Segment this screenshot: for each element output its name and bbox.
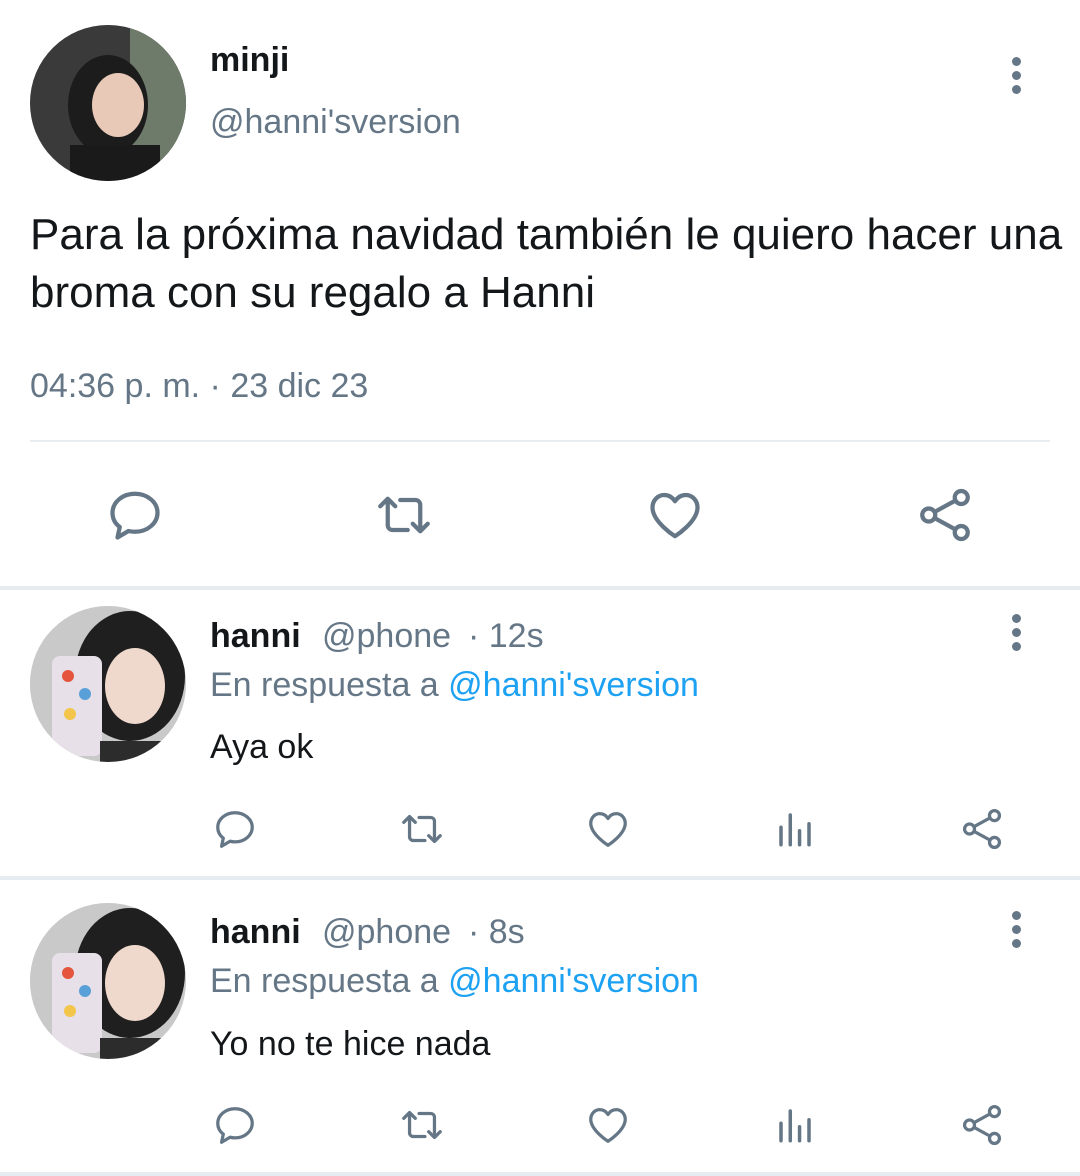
reply-time[interactable]: · 12s xyxy=(468,616,544,656)
like-icon xyxy=(589,1108,627,1143)
like-button[interactable] xyxy=(584,806,632,852)
like-button[interactable] xyxy=(584,1102,632,1148)
retweet-icon xyxy=(402,814,442,844)
divider xyxy=(30,440,1050,442)
retweet-icon xyxy=(378,496,430,534)
tweet-text: Para la próxima navidad también le quier… xyxy=(30,210,1063,317)
reply-handle[interactable]: @phone xyxy=(322,616,451,656)
share-icon xyxy=(962,1104,1002,1146)
reply-to-link[interactable]: @hanni'sversion xyxy=(448,666,699,704)
reply-display-name[interactable]: hanni xyxy=(210,616,301,656)
reply-icon xyxy=(216,811,254,848)
section-divider xyxy=(0,1172,1080,1176)
avatar-hanni[interactable] xyxy=(30,903,186,1059)
reply-context-label: En respuesta a xyxy=(210,666,439,704)
reply-icon xyxy=(216,1107,254,1144)
more-options-button[interactable] xyxy=(1003,612,1031,654)
share-button[interactable] xyxy=(958,1102,1006,1148)
reply-context: En respuesta a @hanni'sversion xyxy=(210,665,699,705)
share-icon xyxy=(920,488,970,542)
more-options-button[interactable] xyxy=(1003,909,1031,951)
handle[interactable]: @hanni'sversion xyxy=(210,102,461,142)
section-divider xyxy=(0,586,1080,590)
like-button[interactable] xyxy=(645,485,705,545)
reply-time[interactable]: · 8s xyxy=(468,912,525,952)
retweet-button[interactable] xyxy=(396,1102,448,1148)
share-button[interactable] xyxy=(958,806,1006,852)
tweet-timestamp[interactable]: 04:36 p. m. · 23 dic 23 xyxy=(30,366,368,406)
more-options-button[interactable] xyxy=(1003,55,1031,97)
reply-handle[interactable]: @phone xyxy=(322,912,451,952)
reply-text: Yo no te hice nada xyxy=(210,1025,491,1063)
section-divider xyxy=(0,876,1080,880)
analytics-button[interactable] xyxy=(772,808,818,850)
retweet-button[interactable] xyxy=(372,485,436,545)
reply-context: En respuesta a @hanni'sversion xyxy=(210,961,699,1001)
avatar-minji[interactable] xyxy=(30,25,186,181)
like-icon xyxy=(589,812,627,847)
retweet-button[interactable] xyxy=(396,806,448,852)
display-name[interactable]: minji xyxy=(210,40,289,80)
reply-icon xyxy=(110,491,160,540)
analytics-icon xyxy=(779,1109,811,1143)
retweet-icon xyxy=(402,1110,442,1140)
more-options-icon xyxy=(1012,57,1021,66)
avatar-hanni[interactable] xyxy=(30,606,186,762)
reply-button[interactable] xyxy=(212,806,258,852)
reply-text: Aya ok xyxy=(210,728,314,766)
reply-context-label: En respuesta a xyxy=(210,962,439,1000)
reply-button[interactable] xyxy=(212,1102,258,1148)
analytics-button[interactable] xyxy=(772,1104,818,1146)
reply-button[interactable] xyxy=(105,485,165,545)
share-button[interactable] xyxy=(914,485,976,545)
reply-display-name[interactable]: hanni xyxy=(210,912,301,952)
like-icon xyxy=(650,492,700,539)
more-options-icon xyxy=(1012,614,1021,623)
reply-to-link[interactable]: @hanni'sversion xyxy=(448,962,699,1000)
more-options-icon xyxy=(1012,911,1021,920)
share-icon xyxy=(962,808,1002,850)
analytics-icon xyxy=(779,813,811,847)
